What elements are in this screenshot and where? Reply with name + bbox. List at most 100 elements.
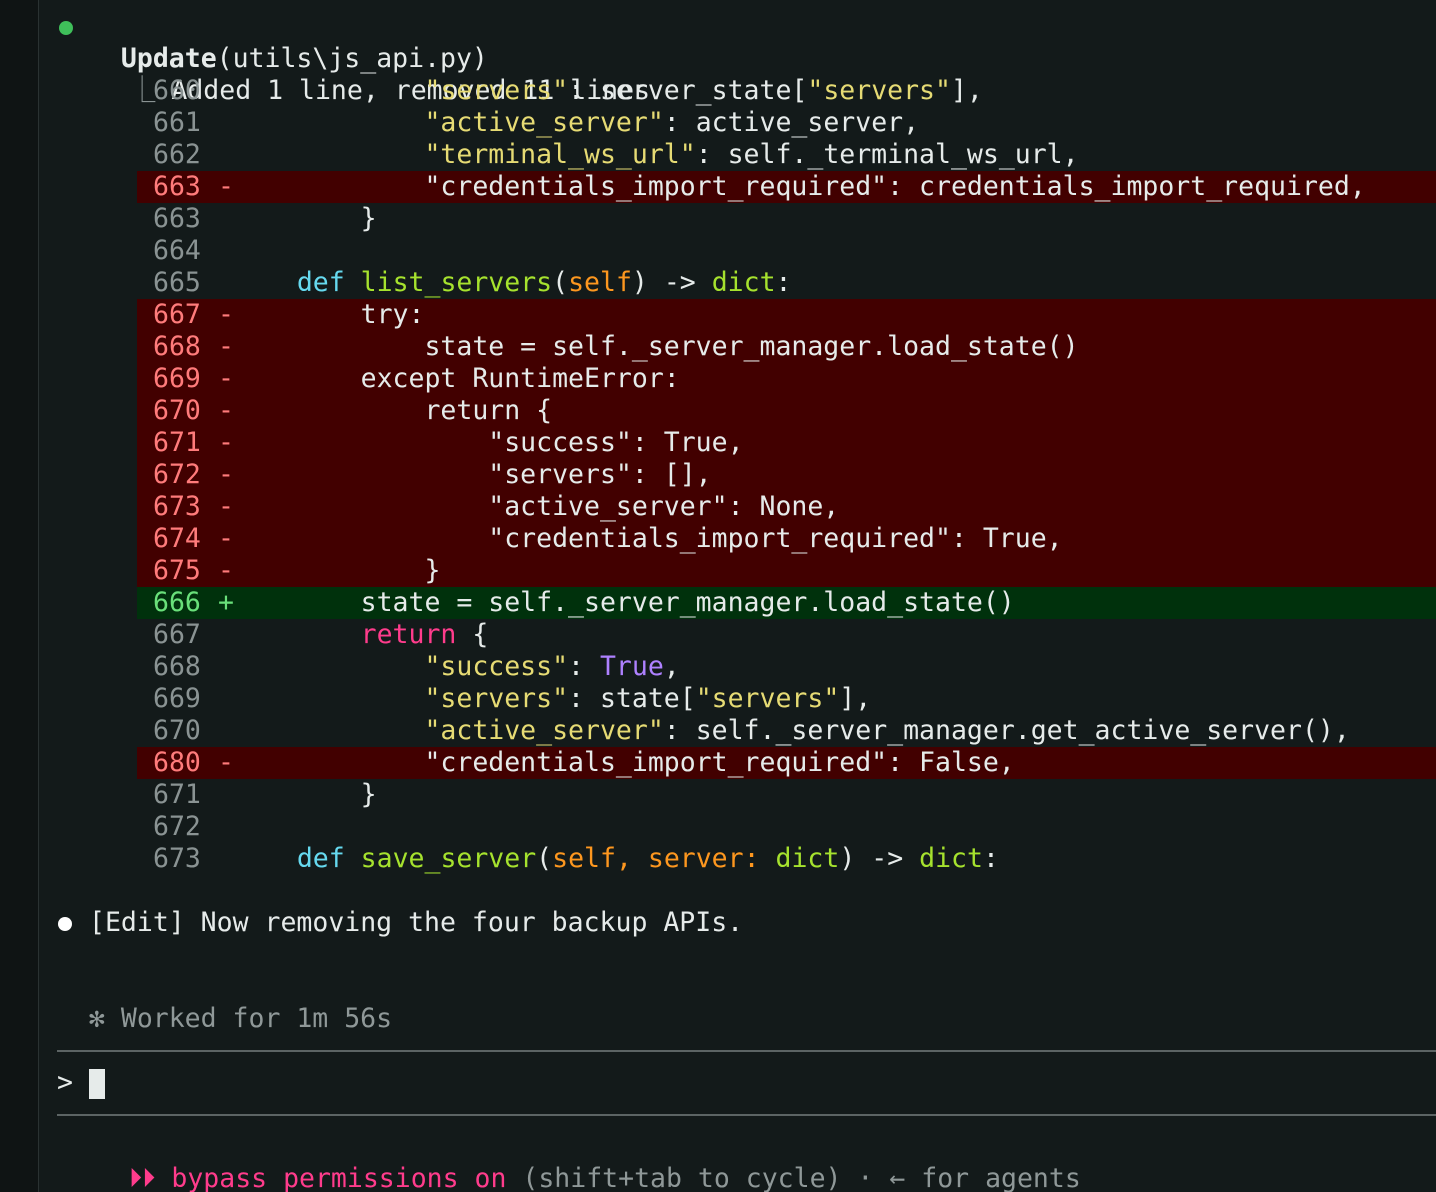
code-token: dict <box>919 843 983 874</box>
tool-call-title: Update(utils\js_api.py) <box>89 11 488 74</box>
permission-mode: bypass permissions on <box>171 1163 507 1192</box>
line-number: 665 <box>153 267 201 298</box>
worked-text: Worked for 1m 56s <box>120 1003 393 1034</box>
code-text: def list_servers(self) -> dict: <box>233 267 792 299</box>
code-token: : server_state[ <box>568 75 808 106</box>
line-number: 663 <box>153 171 201 202</box>
diff-row-context: 660 "servers": server_state["servers"], <box>137 75 1436 107</box>
line-number: 669 <box>153 683 201 714</box>
line-number: 671 <box>153 779 201 810</box>
code-text: state = self._server_manager.load_state(… <box>233 587 1015 619</box>
worked-status: ✻ Worked for 1m 56s <box>57 971 392 1034</box>
code-token: : <box>775 267 792 298</box>
line-number: 668 <box>153 331 201 362</box>
code-text: "active_server": self._server_manager.ge… <box>233 715 1350 747</box>
code-text: "servers": state["servers"], <box>233 683 871 715</box>
code-token: return { <box>233 395 553 426</box>
diff-row-context: 673 def save_server(self, server: dict) … <box>137 843 1436 875</box>
code-text: return { <box>233 395 552 427</box>
code-token: "servers": [], <box>233 459 712 490</box>
message-dot-icon <box>58 917 72 931</box>
code-token: return <box>360 619 457 650</box>
prompt-input-cursor[interactable] <box>89 1069 105 1099</box>
code-token: save_server <box>360 843 537 874</box>
code-token: ) -> <box>839 843 920 874</box>
code-token: ) -> <box>631 267 712 298</box>
diff-row-context: 662 "terminal_ws_url": self._terminal_ws… <box>137 139 1436 171</box>
code-token: "servers" <box>424 683 569 714</box>
code-token: "active_server" <box>424 107 664 138</box>
code-text: def save_server(self, server: dict) -> d… <box>233 843 999 875</box>
code-token: : self._terminal_ws_url, <box>695 139 1079 170</box>
code-token: { <box>456 619 489 650</box>
code-token: ], <box>950 75 983 106</box>
code-text: "success": True, <box>233 427 743 459</box>
line-number: 672 <box>153 459 201 490</box>
code-token: "servers" <box>424 75 569 106</box>
code-token: "servers" <box>695 683 840 714</box>
line-number: 673 <box>153 843 201 874</box>
line-number: 661 <box>153 107 201 138</box>
code-token: list_servers <box>360 267 553 298</box>
line-number: 670 <box>153 715 201 746</box>
line-number: 669 <box>153 363 201 394</box>
line-number: 680 <box>153 747 201 778</box>
code-token: ( <box>552 267 569 298</box>
diff-row-removed: 670- return { <box>137 395 1436 427</box>
code-text: "credentials_import_required": credentia… <box>233 171 1366 203</box>
diff-row-context: 665 def list_servers(self) -> dict: <box>137 267 1436 299</box>
status-dot-icon <box>59 21 73 35</box>
line-number: 675 <box>153 555 201 586</box>
line-number: 671 <box>153 427 201 458</box>
prompt-symbol: > <box>57 1067 73 1098</box>
line-number: 663 <box>153 203 201 234</box>
code-token: : <box>568 651 600 682</box>
spinner-icon: ✻ <box>88 1003 105 1034</box>
input-top-border <box>57 1050 1436 1052</box>
line-number: 674 <box>153 523 201 554</box>
code-token: state = self._server_manager.load_state(… <box>233 587 1015 618</box>
code-token: "success" <box>424 651 569 682</box>
diff-row-removed: 673- "active_server": None, <box>137 491 1436 523</box>
line-number: 670 <box>153 395 201 426</box>
code-token: dict <box>775 843 840 874</box>
input-bottom-border <box>57 1114 1436 1116</box>
line-number: 673 <box>153 491 201 522</box>
code-text: } <box>233 555 440 587</box>
code-token: "terminal_ws_url" <box>424 139 696 170</box>
code-text: except RuntimeError: <box>233 363 680 395</box>
diff-row-context: 669 "servers": state["servers"], <box>137 683 1436 715</box>
diff-row-added: 666 + state = self._server_manager.load_s… <box>137 587 1436 619</box>
code-token: "active_server": None, <box>233 491 840 522</box>
diff-row-removed: 667- try: <box>137 299 1436 331</box>
code-token: def <box>296 267 345 298</box>
code-text: "active_server": active_server, <box>233 107 919 139</box>
code-token: "credentials_import_required": credentia… <box>233 171 1366 202</box>
code-token: : self._server_manager.get_active_server… <box>663 715 1350 746</box>
code-text: } <box>233 203 377 235</box>
code-token: : state[ <box>568 683 696 714</box>
code-token: } <box>233 203 377 234</box>
diff-row-context: 672 <box>137 811 1436 843</box>
line-number: 667 <box>153 299 201 330</box>
code-text: try: <box>233 299 425 331</box>
code-token: self <box>568 267 632 298</box>
code-token: "credentials_import_required": True, <box>233 523 1063 554</box>
code-token: , <box>663 651 680 682</box>
code-token: } <box>233 555 441 586</box>
diff-row-context: 663 } <box>137 203 1436 235</box>
diff-row-removed: 680- "credentials_import_required": Fals… <box>137 747 1436 779</box>
line-number: 666 <box>153 587 201 618</box>
mode-hint: (shift+tab to cycle) · ← for agents <box>506 1163 1081 1192</box>
mode-indicator[interactable]: ⏵⏵ bypass permissions on (shift+tab to c… <box>97 1131 1081 1192</box>
code-text: "terminal_ws_url": self._terminal_ws_url… <box>233 139 1079 171</box>
diff-row-context: 664 <box>137 235 1436 267</box>
code-token: "servers" <box>807 75 951 106</box>
